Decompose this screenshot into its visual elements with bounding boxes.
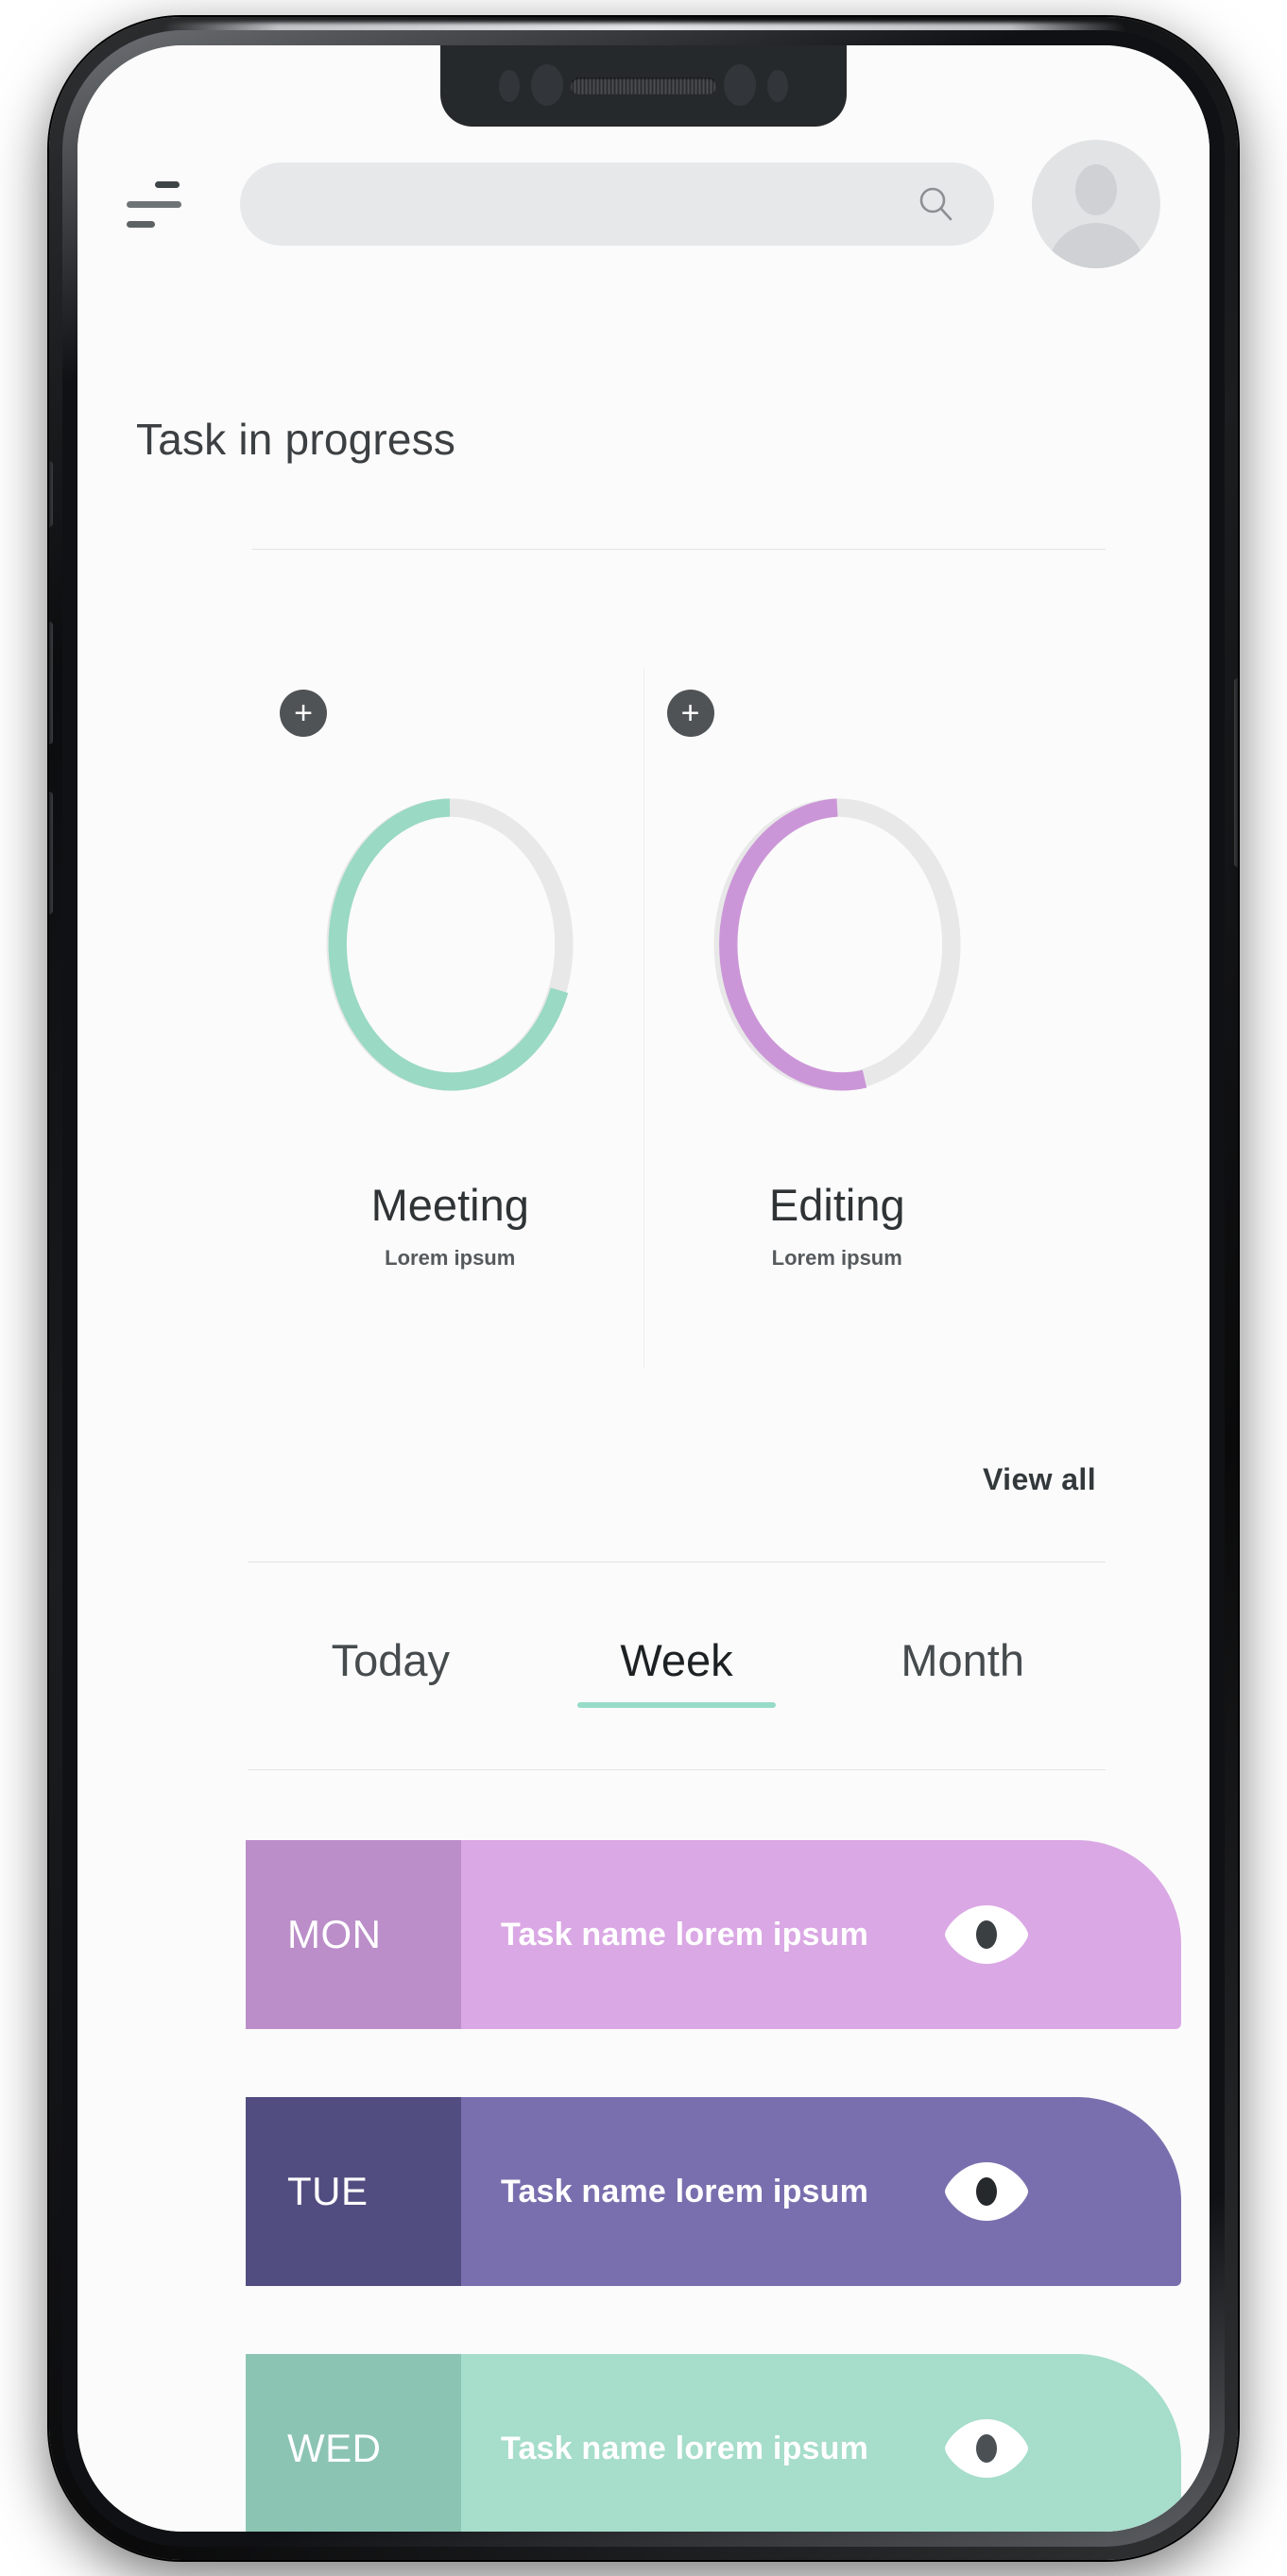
progress-card-title: Meeting [370,1180,529,1230]
task-day-label: WED [287,2426,382,2470]
menu-line-bottom [127,220,155,228]
tab-month[interactable]: Month [819,1613,1106,1687]
phone-notch [440,45,847,127]
task-name: Task name lorem ipsum [501,1916,869,1953]
progress-card[interactable]: + Meeting Lorem ipsum [257,669,644,1368]
eye-icon[interactable] [941,2415,1032,2482]
page-title-text: Task in progress [136,415,456,464]
task-row[interactable]: WED Task name lorem ipsum [246,2354,1181,2532]
sensor-icon [499,70,520,102]
task-name: Task name lorem ipsum [501,2430,869,2466]
tab-today[interactable]: Today [248,1613,534,1687]
progress-ring-meeting [313,784,587,1105]
progress-ring-editing [700,784,974,1105]
progress-card-subtitle: Lorem ipsum [771,1246,902,1270]
add-task-button[interactable]: + [666,690,714,737]
task-day-label: TUE [287,2169,369,2213]
search-icon[interactable] [915,183,956,225]
menu-line-middle [127,200,181,208]
task-day-badge: WED [246,2354,461,2532]
view-all-divider [248,1561,1106,1562]
task-list: MON Task name lorem ipsum TUE Task name … [246,1840,1210,2532]
progress-card-subtitle: Lorem ipsum [385,1246,516,1270]
earpiece-speaker [570,77,717,94]
eye-icon[interactable] [941,1902,1032,1968]
period-tabs: Today Week Month [248,1613,1106,1770]
progress-card[interactable]: + Editing Lorem ipsum [643,669,1031,1368]
face-id-sensor-icon [724,64,756,106]
search-bar[interactable] [240,162,994,247]
volume-down-button[interactable] [49,792,53,914]
eye-icon[interactable] [941,2158,1032,2225]
volume-up-button[interactable] [49,622,53,744]
phone-frame: Task in progress + Meeting Lorem ipsum +… [49,17,1238,2560]
add-task-button[interactable]: + [280,690,327,737]
avatar[interactable] [1032,140,1160,268]
mute-switch[interactable] [49,461,53,527]
tab-week[interactable]: Week [534,1613,820,1687]
avatar-body-icon [1047,223,1145,268]
task-row-body: Task name lorem ipsum [461,2097,1181,2286]
task-day-badge: TUE [246,2097,461,2286]
screenshot-stage: Task in progress + Meeting Lorem ipsum +… [0,0,1287,2576]
page-title: Task in progress [77,414,1210,465]
task-row[interactable]: MON Task name lorem ipsum [246,1840,1181,2029]
progress-card-list: + Meeting Lorem ipsum + Editing Lorem ip… [77,669,1210,1368]
app-header [77,140,1210,268]
ambient-sensor-icon [767,70,788,102]
hamburger-menu-icon[interactable] [121,169,191,239]
view-all-button[interactable]: View all [983,1462,1096,1497]
phone-screen: Task in progress + Meeting Lorem ipsum +… [77,45,1210,2532]
task-row[interactable]: TUE Task name lorem ipsum [246,2097,1181,2286]
task-day-label: MON [287,1912,382,1956]
task-day-badge: MON [246,1840,461,2029]
task-row-body: Task name lorem ipsum [461,2354,1181,2532]
search-input[interactable] [272,162,926,247]
title-divider [252,549,1106,550]
avatar-head-icon [1075,164,1117,215]
tabs-divider [248,1769,1106,1770]
progress-card-title: Editing [768,1180,905,1230]
menu-line-top [155,180,180,188]
app-root: Task in progress + Meeting Lorem ipsum +… [77,45,1210,2532]
front-camera-icon [531,64,563,106]
task-name: Task name lorem ipsum [501,2173,869,2209]
task-row-body: Task name lorem ipsum [461,1840,1181,2029]
power-button[interactable] [1234,678,1238,867]
